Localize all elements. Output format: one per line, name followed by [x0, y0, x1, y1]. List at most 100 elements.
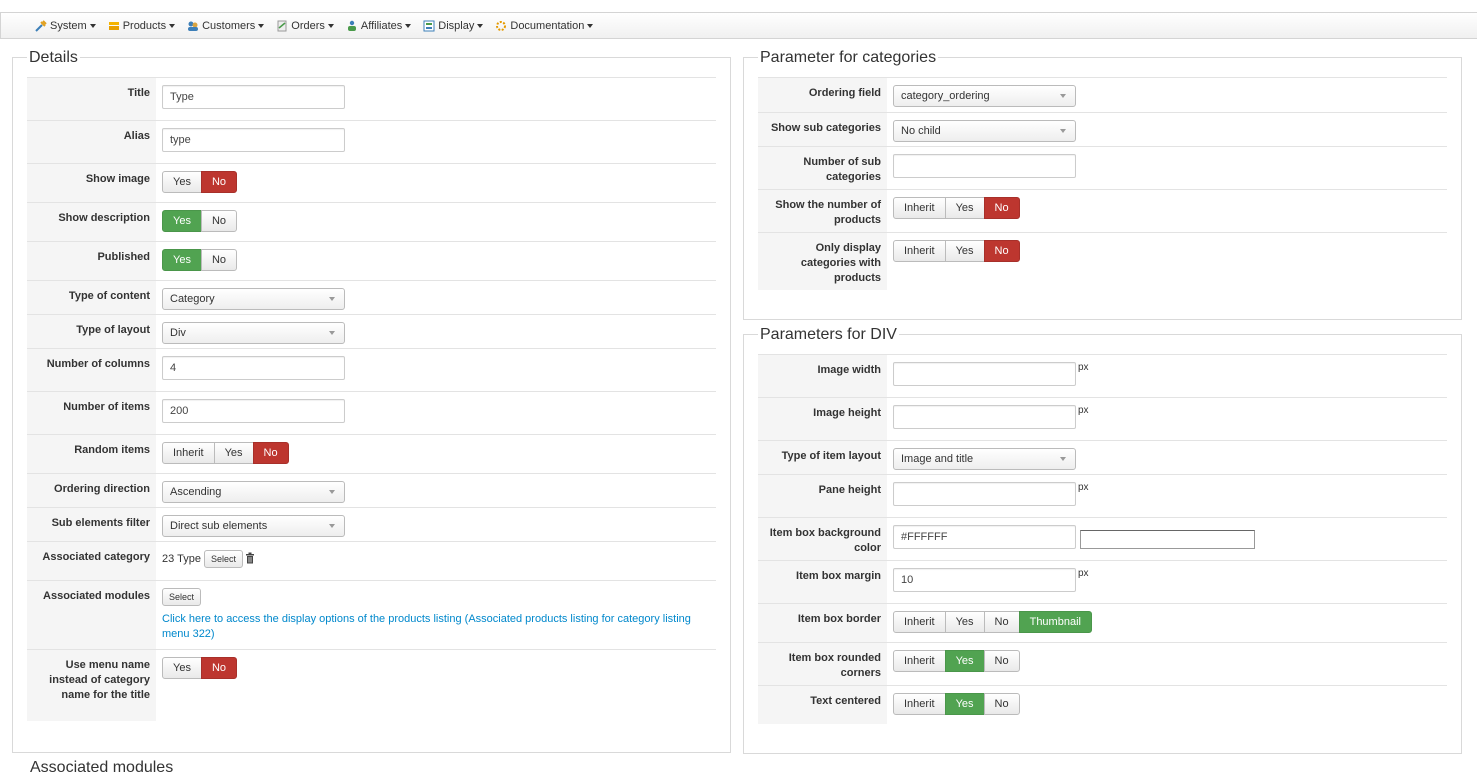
image-height-field[interactable]	[893, 405, 1076, 429]
image-width-unit: px	[1078, 362, 1089, 373]
title-field[interactable]: Type	[162, 85, 345, 109]
associated-modules-label: Associated modules	[27, 581, 156, 649]
type-of-layout-select[interactable]: Div	[162, 322, 345, 344]
chevron-down-icon	[405, 23, 412, 28]
only-display-no-button[interactable]: No	[983, 240, 1020, 262]
associated-modules-select-button[interactable]: Select	[162, 588, 202, 606]
menu-display[interactable]: Display	[423, 20, 484, 32]
item-box-border-inherit-button[interactable]: Inherit	[893, 611, 946, 633]
show-image-yes-button[interactable]: Yes	[162, 171, 202, 193]
text-centered-inherit-button[interactable]: Inherit	[893, 693, 946, 715]
image-height-unit: px	[1078, 405, 1089, 416]
associated-category-select-button[interactable]: Select	[203, 550, 243, 568]
ordering-direction-select[interactable]: Ascending	[162, 481, 345, 503]
text-centered-row: Text centered Inherit Yes No	[758, 685, 1447, 724]
show-description-no-button[interactable]: No	[200, 210, 238, 232]
display-options-link[interactable]: Click here to access the display options…	[162, 612, 707, 642]
alias-field[interactable]: type	[162, 128, 345, 152]
only-display-with-products-label: Only display categories with products	[758, 233, 887, 290]
text-centered-no-button[interactable]: No	[983, 693, 1020, 715]
published-no-button[interactable]: No	[200, 249, 238, 271]
pane-height-row: Pane height px	[758, 474, 1447, 517]
type-of-layout-value: Div	[170, 327, 186, 339]
random-items-yes-button[interactable]: Yes	[213, 442, 254, 464]
pane-height-field[interactable]	[893, 482, 1076, 506]
associated-category-label: Associated category	[27, 542, 156, 580]
use-menu-name-no-button[interactable]: No	[200, 657, 238, 679]
type-of-layout-row: Type of layout Div	[27, 314, 716, 348]
show-description-yes-button[interactable]: Yes	[162, 210, 202, 232]
item-box-margin-field[interactable]: 10	[893, 568, 1076, 592]
category-parameters-fieldset: Parameter for categories Ordering field …	[743, 49, 1462, 320]
show-number-of-products-inherit-button[interactable]: Inherit	[893, 197, 946, 219]
show-sub-categories-select[interactable]: No child	[893, 120, 1076, 142]
tools-icon	[35, 19, 47, 32]
type-of-item-layout-select[interactable]: Image and title	[893, 448, 1076, 470]
item-box-rounded-corners-row: Item box rounded corners Inherit Yes No	[758, 642, 1447, 685]
item-box-border-no-button[interactable]: No	[983, 611, 1020, 633]
show-sub-categories-label: Show sub categories	[758, 113, 887, 146]
category-parameters-legend: Parameter for categories	[758, 49, 939, 67]
chevron-down-icon	[169, 23, 176, 28]
use-menu-name-row: Use menu name instead of category name f…	[27, 649, 716, 721]
products-icon	[108, 20, 120, 32]
random-items-label: Random items	[27, 435, 156, 473]
chevron-down-icon	[329, 297, 335, 301]
menu-customers-label: Customers	[202, 19, 256, 32]
chevron-down-icon	[1060, 94, 1066, 98]
type-of-layout-label: Type of layout	[27, 315, 156, 348]
pane-height-label: Pane height	[758, 475, 887, 517]
text-centered-yes-button[interactable]: Yes	[944, 693, 985, 715]
ordering-field-row: Ordering field category_ordering	[758, 77, 1447, 112]
random-items-no-button[interactable]: No	[252, 442, 289, 464]
image-width-field[interactable]	[893, 362, 1076, 386]
ordering-field-select[interactable]: category_ordering	[893, 85, 1076, 107]
show-number-of-products-row: Show the number of products Inherit Yes …	[758, 189, 1447, 232]
rounded-corners-inherit-button[interactable]: Inherit	[893, 650, 946, 672]
associated-modules-row: Associated modules Select Click here to …	[27, 580, 716, 649]
rounded-corners-yes-button[interactable]: Yes	[944, 650, 985, 672]
associated-modules-legend: Associated modules	[30, 759, 174, 776]
menu-documentation[interactable]: Documentation	[495, 20, 594, 32]
documentation-icon	[495, 20, 507, 32]
menu-customers[interactable]: Customers	[187, 19, 265, 32]
published-label: Published	[27, 242, 156, 280]
menu-orders[interactable]: Orders	[276, 20, 334, 32]
sub-elements-filter-label: Sub elements filter	[27, 508, 156, 541]
menu-products[interactable]: Products	[108, 19, 176, 32]
number-of-items-label: Number of items	[27, 392, 156, 434]
menu-affiliates-label: Affiliates	[360, 19, 403, 32]
image-height-label: Image height	[758, 398, 887, 440]
sub-elements-filter-select[interactable]: Direct sub elements	[162, 515, 345, 537]
number-of-sub-categories-row: Number of sub categories	[758, 146, 1447, 189]
show-number-of-products-yes-button[interactable]: Yes	[944, 197, 985, 219]
random-items-inherit-button[interactable]: Inherit	[162, 442, 215, 464]
menu-affiliates[interactable]: Affiliates	[346, 19, 412, 32]
number-of-columns-field[interactable]: 4	[162, 356, 345, 380]
details-fieldset: Details Title Type Alias type Show image…	[12, 49, 731, 753]
menu-products-label: Products	[122, 19, 167, 32]
menu-system[interactable]: System	[35, 20, 96, 32]
type-of-content-select[interactable]: Category	[162, 288, 345, 310]
only-display-yes-button[interactable]: Yes	[944, 240, 985, 262]
show-description-label: Show description	[27, 203, 156, 241]
published-yes-button[interactable]: Yes	[162, 249, 202, 271]
trash-icon[interactable]	[245, 552, 255, 567]
show-number-of-products-no-button[interactable]: No	[983, 197, 1020, 219]
use-menu-name-yes-button[interactable]: Yes	[162, 657, 202, 679]
number-of-items-row: Number of items 200	[27, 391, 716, 434]
number-of-items-field[interactable]: 200	[162, 399, 345, 423]
use-menu-name-label: Use menu name instead of category name f…	[27, 650, 156, 721]
number-of-sub-categories-field[interactable]	[893, 154, 1076, 178]
show-image-no-button[interactable]: No	[200, 171, 238, 193]
item-box-border-thumbnail-button[interactable]: Thumbnail	[1018, 611, 1092, 633]
item-box-rounded-corners-label: Item box rounded corners	[758, 643, 887, 685]
only-display-inherit-button[interactable]: Inherit	[893, 240, 946, 262]
show-image-label: Show image	[27, 164, 156, 202]
item-box-bg-color-field[interactable]: #FFFFFF	[893, 525, 1076, 549]
item-box-border-yes-button[interactable]: Yes	[944, 611, 985, 633]
title-row: Title Type	[27, 77, 716, 120]
color-picker-swatch[interactable]	[1080, 530, 1255, 549]
rounded-corners-no-button[interactable]: No	[983, 650, 1020, 672]
customers-icon	[187, 20, 199, 32]
